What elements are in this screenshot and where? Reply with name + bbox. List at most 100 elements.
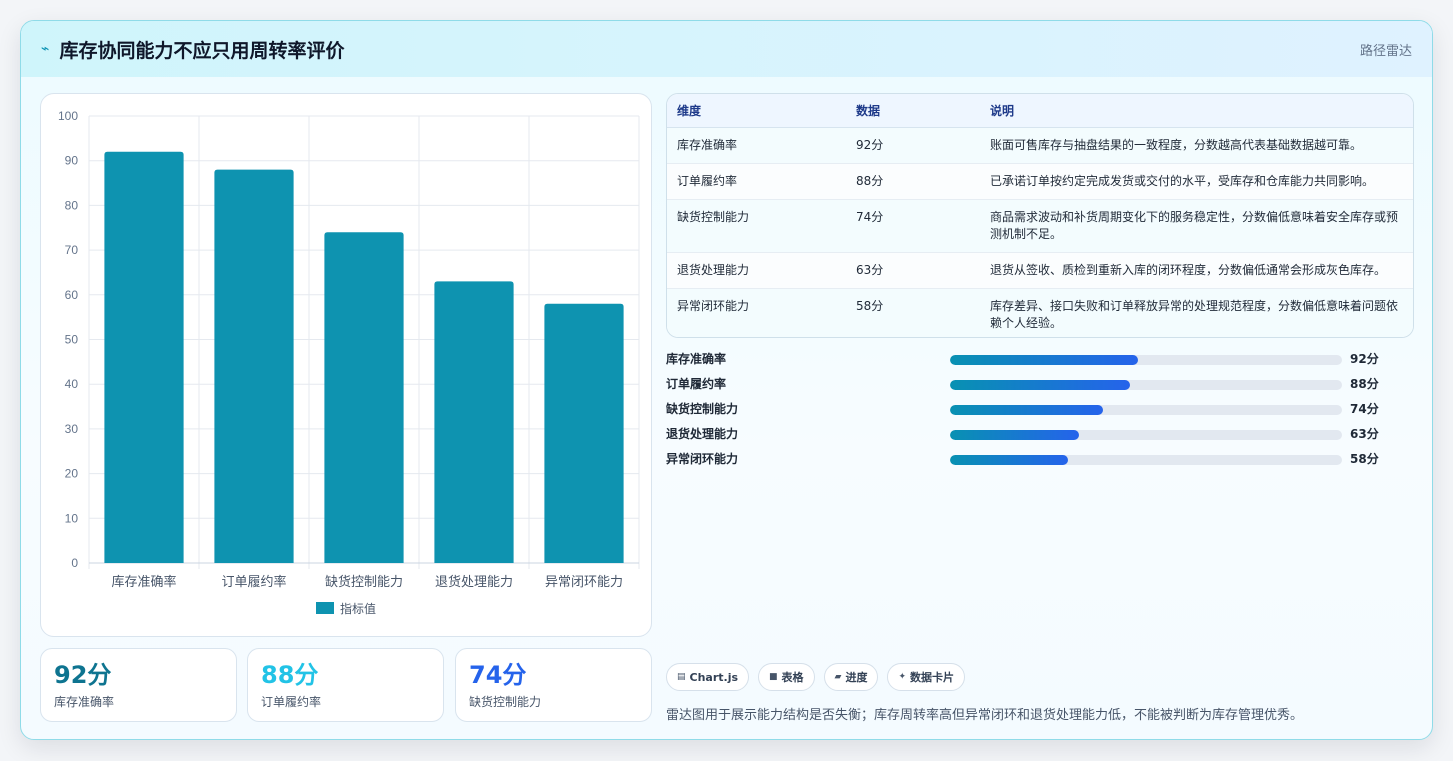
y-tick-label: 50: [65, 333, 79, 347]
chip-chartjs[interactable]: ▤ Chart.js: [666, 663, 750, 691]
x-tick-label: 库存准确率: [111, 574, 176, 589]
trend-line-icon: ⌁: [41, 41, 50, 57]
table-row: 退货处理能力 63分 退货从签收、质检到重新入库的闭环程度，分数偏低通常会形成灰…: [667, 252, 1413, 289]
stat-card: 74分 缺货控制能力: [455, 648, 652, 722]
column-header-description: 说明: [980, 94, 1413, 128]
x-tick-label: 订单履约率: [221, 574, 286, 589]
progress-label: 库存准确率: [666, 352, 727, 366]
progress-value: 92分: [1350, 352, 1379, 366]
y-tick-label: 40: [65, 377, 79, 391]
bar: [434, 281, 514, 563]
table-cell: 库存差异、接口失败和订单释放异常的处理规范程度，分数偏低意味着问题依赖个人经验。: [980, 288, 1413, 337]
progress-icon: ▰: [834, 672, 842, 682]
table-cell: 缺货控制能力: [667, 199, 846, 253]
table-cell: 退货处理能力: [667, 252, 846, 289]
main-card: ⌁ 库存协同能力不应只用周转率评价 路径雷达 0 10 20 30 40 50 60 70 80…: [20, 20, 1433, 740]
stat-value: 92分: [54, 661, 112, 689]
chip-data-card[interactable]: ✦ 数据卡片: [887, 663, 966, 691]
column-header-dimension: 维度: [667, 94, 846, 128]
table-cell: 订单履约率: [667, 163, 846, 200]
progress-track: [950, 455, 1342, 465]
chip-label: Chart.js: [689, 670, 739, 684]
progress-track: [950, 380, 1342, 390]
y-tick-label: 100: [58, 109, 78, 123]
header-bar: ⌁ 库存协同能力不应只用周转率评价 路径雷达: [21, 21, 1432, 77]
y-tick-label: 10: [65, 511, 79, 525]
progress-track: [950, 430, 1342, 440]
chip-progress[interactable]: ▰ 进度: [823, 663, 879, 691]
progress-row: 库存准确率 92分: [666, 348, 1414, 373]
table-cell: 商品需求波动和补货周期变化下的服务稳定性，分数偏低意味着安全库存或预测机制不足。: [980, 199, 1413, 253]
table-cell: 92分: [846, 127, 980, 164]
y-tick-label: 60: [65, 288, 79, 302]
stat-value: 88分: [261, 661, 319, 689]
table-cell: 74分: [846, 199, 980, 253]
table-cell: 63分: [846, 252, 980, 289]
chart-icon: ▤: [677, 672, 686, 682]
data-table-panel: 维度 数据 说明 库存准确率 92分 账面可售库存与抽盘结果的一致程度，分数越高…: [666, 93, 1414, 338]
stat-value: 74分: [469, 661, 527, 689]
x-tick-label: 异常闭环能力: [545, 574, 623, 589]
progress-row: 异常闭环能力 58分: [666, 448, 1414, 473]
x-tick-label: 退货处理能力: [435, 574, 513, 589]
table-row: 订单履约率 88分 已承诺订单按约定完成发货或交付的水平，受库存和仓库能力共同影…: [667, 163, 1413, 200]
progress-label: 异常闭环能力: [666, 452, 739, 466]
progress-row: 缺货控制能力 74分: [666, 398, 1414, 423]
table-cell: 异常闭环能力: [667, 288, 846, 337]
progress-track: [950, 405, 1342, 415]
table-row: 缺货控制能力 74分 商品需求波动和补货周期变化下的服务稳定性，分数偏低意味着安…: [667, 199, 1413, 253]
stat-label: 库存准确率: [54, 695, 115, 709]
stat-label: 订单履约率: [261, 695, 322, 709]
progress-fill: [950, 405, 1103, 415]
progress-fill: [950, 380, 1131, 390]
bar: [544, 303, 624, 563]
y-tick-label: 70: [65, 243, 79, 257]
progress-value: 63分: [1350, 427, 1379, 441]
legend-label: 指标值: [340, 601, 376, 616]
page-title: 库存协同能力不应只用周转率评价: [59, 39, 345, 62]
table-cell: 58分: [846, 288, 980, 337]
table-header-row: 维度 数据 说明: [667, 94, 1413, 128]
progress-label: 退货处理能力: [666, 427, 739, 441]
progress-fill: [950, 430, 1080, 440]
column-header-data: 数据: [846, 94, 980, 128]
table-row: 库存准确率 92分 账面可售库存与抽盘结果的一致程度，分数越高代表基础数据越可靠…: [667, 127, 1413, 164]
x-tick-label: 缺货控制能力: [325, 574, 403, 589]
legend-swatch: [316, 602, 334, 614]
chip-label: 数据卡片: [910, 671, 955, 684]
footnote: 雷达图用于展示能力结构是否失衡；库存周转率高但异常闭环和退货处理能力低，不能被判…: [666, 708, 1304, 723]
stat-label: 缺货控制能力: [469, 695, 542, 709]
progress-list: 库存准确率 92分 订单履约率 88分 缺货控制能力 74分 退货处理能力 63…: [666, 348, 1414, 473]
progress-value: 88分: [1350, 377, 1379, 391]
progress-row: 订单履约率 88分: [666, 373, 1414, 398]
bar-chart: 0 10 20 30 40 50 60 70 80 90 100 库存准确率 订单履约率 缺货控制能力 退货…: [58, 109, 640, 616]
progress-value: 74分: [1350, 402, 1379, 416]
table-cell: 88分: [846, 163, 980, 200]
progress-track: [950, 355, 1342, 365]
stat-card: 92分 库存准确率: [40, 648, 237, 722]
bar: [324, 232, 404, 563]
y-tick-label: 90: [65, 154, 79, 168]
progress-row: 退货处理能力 63分: [666, 423, 1414, 448]
chip-label: 进度: [845, 671, 868, 684]
progress-fill: [950, 455, 1068, 465]
header-tag: 路径雷达: [1359, 43, 1412, 59]
table-cell: 退货从签收、质检到重新入库的闭环程度，分数偏低通常会形成灰色库存。: [980, 252, 1413, 289]
chip-label: 表格: [781, 671, 804, 684]
data-table: 维度 数据 说明 库存准确率 92分 账面可售库存与抽盘结果的一致程度，分数越高…: [667, 94, 1413, 337]
bar: [214, 169, 294, 563]
table-cell: 已承诺订单按约定完成发货或交付的水平，受库存和仓库能力共同影响。: [980, 163, 1413, 200]
table-row: 异常闭环能力 58分 库存差异、接口失败和订单释放异常的处理规范程度，分数偏低意…: [667, 288, 1413, 337]
bar: [104, 151, 184, 563]
y-tick-label: 30: [65, 422, 79, 436]
progress-label: 缺货控制能力: [666, 402, 739, 416]
y-tick-label: 20: [65, 467, 79, 481]
y-tick-label: 80: [65, 198, 79, 212]
chip-table[interactable]: ■ 表格: [758, 663, 815, 691]
table-cell: 库存准确率: [667, 127, 846, 164]
progress-value: 58分: [1350, 452, 1379, 466]
card-icon: ✦: [898, 672, 907, 682]
table-cell: 账面可售库存与抽盘结果的一致程度，分数越高代表基础数据越可靠。: [980, 127, 1413, 164]
bar-chart-panel: 0 10 20 30 40 50 60 70 80 90 100 库存准确率 订单履约率 缺货控制能力 退货…: [40, 93, 652, 637]
table-icon: ■: [769, 672, 778, 682]
